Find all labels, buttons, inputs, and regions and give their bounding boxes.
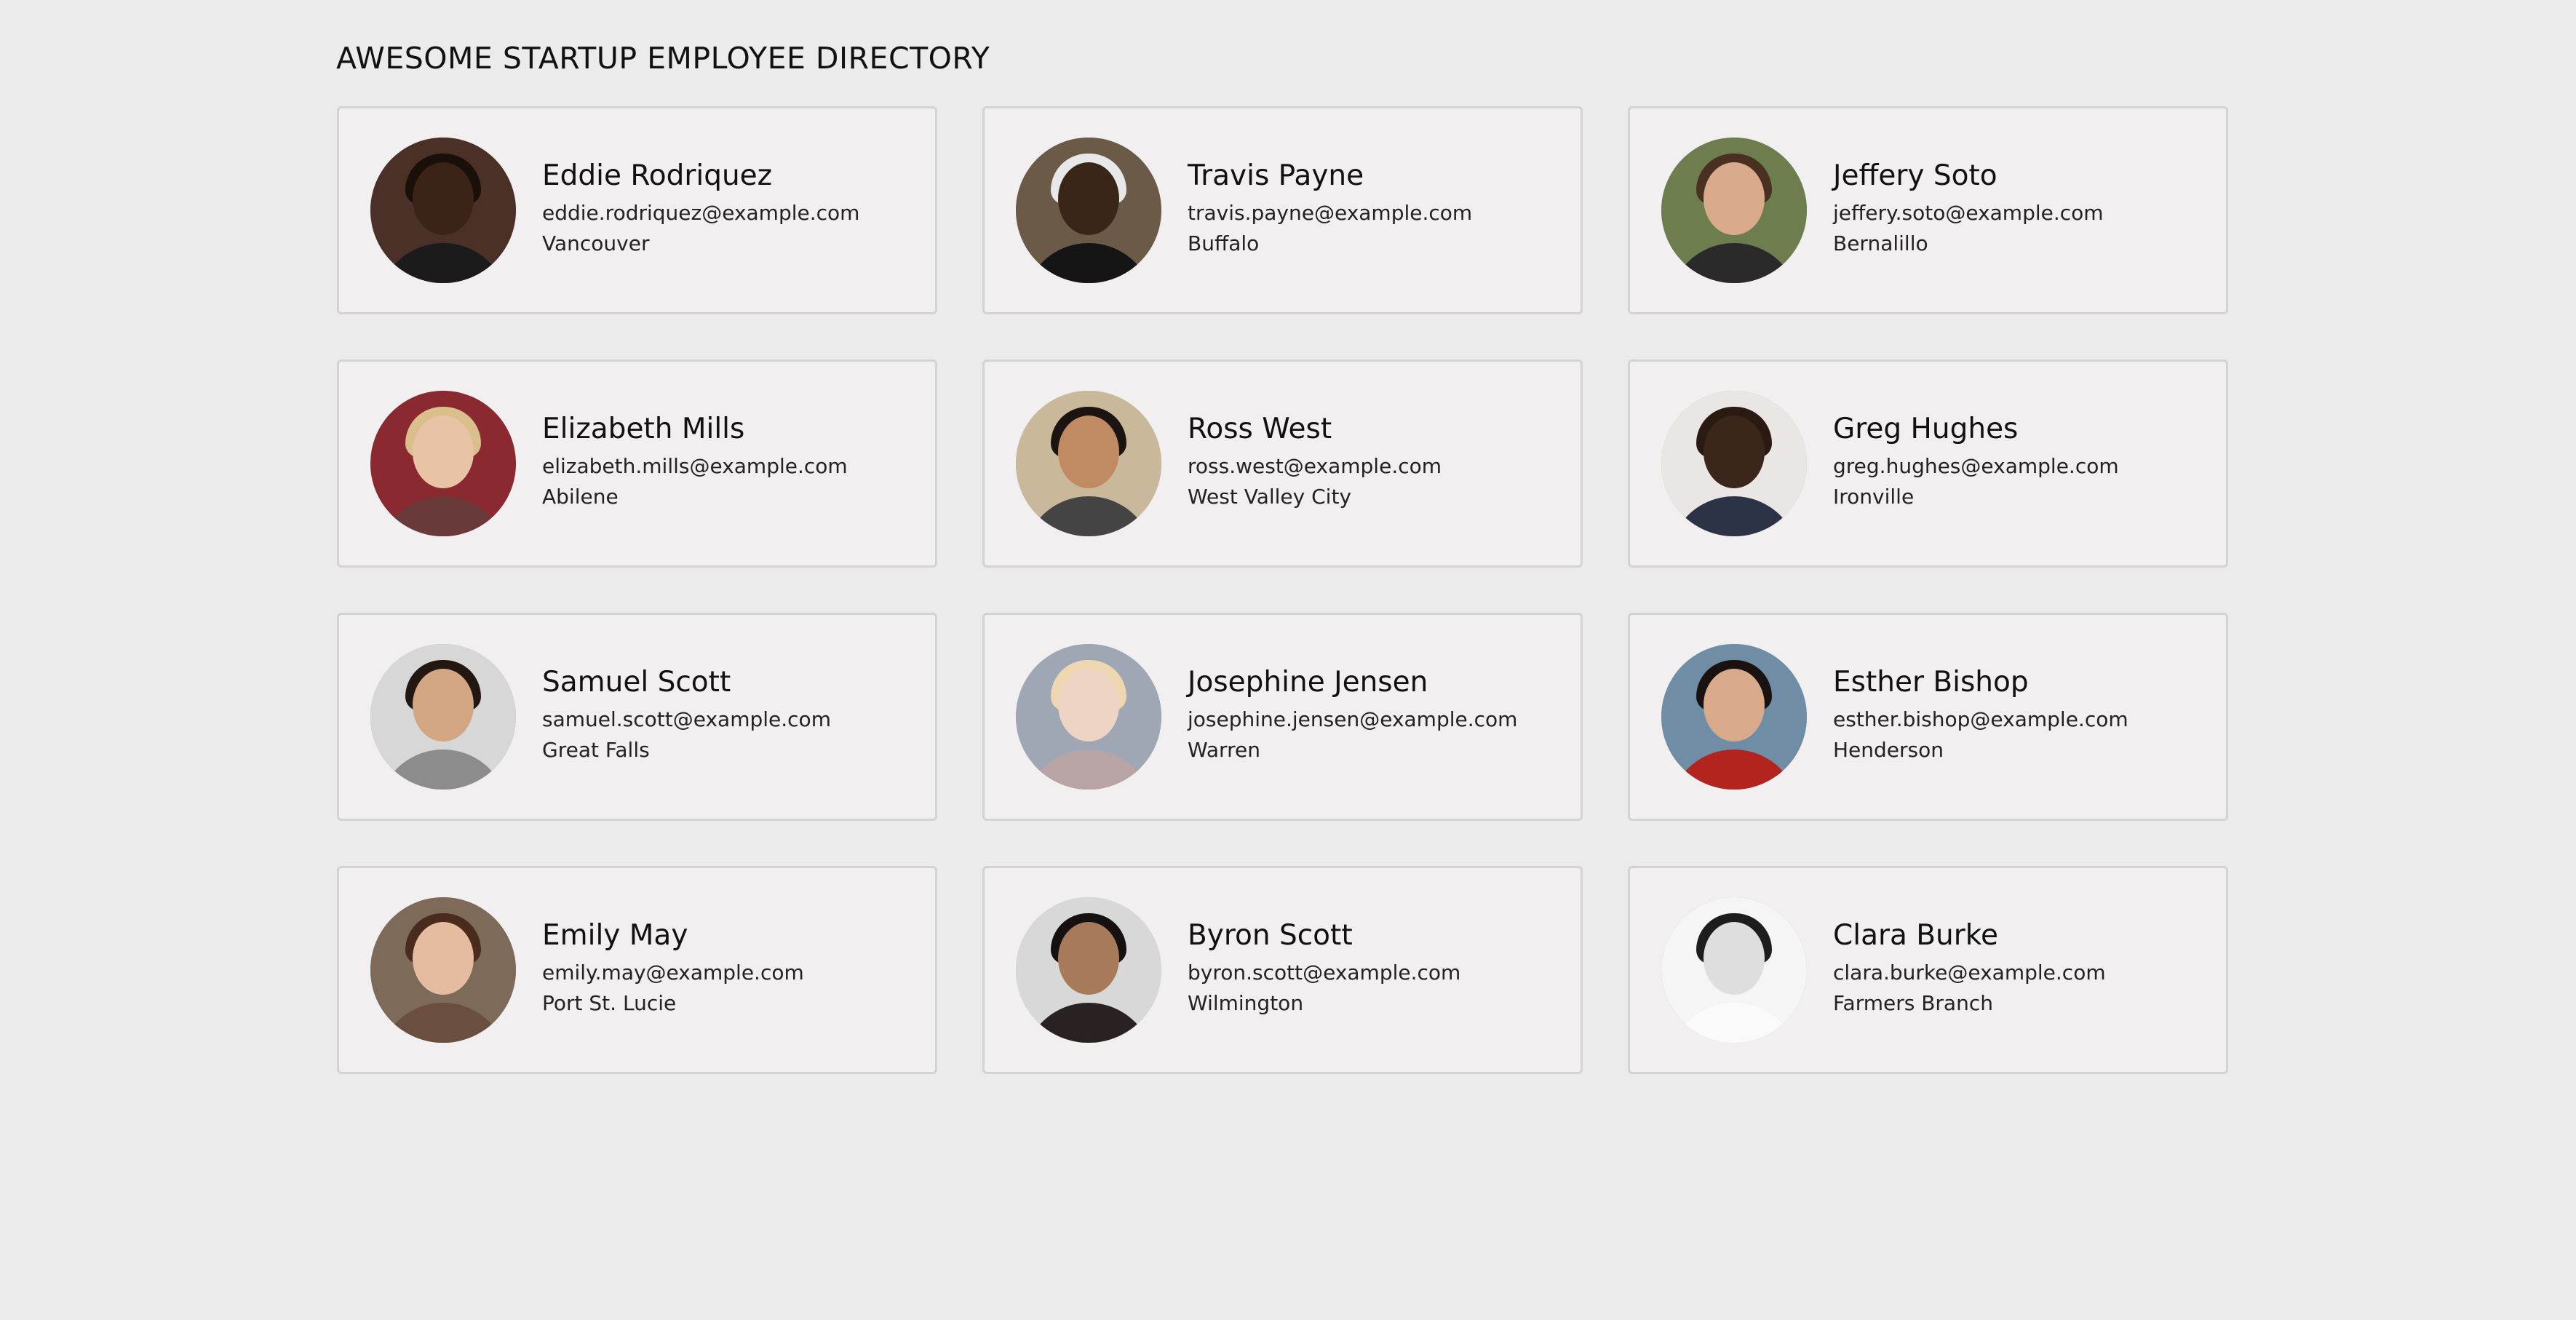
employee-avatar [1661,897,1807,1043]
employee-card[interactable]: Esther Bishop esther.bishop@example.com … [1628,613,2228,821]
employee-city: Port St. Lucie [542,991,677,1015]
employee-card[interactable]: Emily May emily.may@example.com Port St.… [337,866,937,1074]
employee-name: Travis Payne [1188,159,1364,192]
employee-city: Warren [1188,738,1260,762]
employee-email: ross.west@example.com [1188,454,1442,478]
employee-name: Eddie Rodriquez [542,159,773,192]
employee-info: Samuel Scott samuel.scott@example.com Gr… [542,666,831,763]
employee-info: Elizabeth Mills elizabeth.mills@example.… [542,413,848,510]
employee-city: Vancouver [542,231,650,255]
employee-avatar [1016,138,1161,283]
employee-card[interactable]: Travis Payne travis.payne@example.com Bu… [982,106,1583,314]
employee-card[interactable]: Elizabeth Mills elizabeth.mills@example.… [337,359,937,568]
employee-email: samuel.scott@example.com [542,707,831,731]
employee-card[interactable]: Samuel Scott samuel.scott@example.com Gr… [337,613,937,821]
employee-city: Henderson [1833,738,1944,762]
employee-card[interactable]: Jeffery Soto jeffery.soto@example.com Be… [1628,106,2228,314]
employee-info: Josephine Jensen josephine.jensen@exampl… [1188,666,1517,763]
employee-city: Abilene [542,485,619,509]
employee-email: jeffery.soto@example.com [1833,201,2104,225]
employee-avatar [1661,391,1807,536]
employee-name: Greg Hughes [1833,413,2019,445]
employee-name: Ross West [1188,413,1332,445]
employee-name: Elizabeth Mills [542,413,745,445]
employee-avatar [370,138,516,283]
employee-avatar [1016,644,1161,790]
page-title: AWESOME STARTUP EMPLOYEE DIRECTORY [336,41,990,76]
employee-info: Eddie Rodriquez eddie.rodriquez@example.… [542,159,859,257]
employee-name: Emily May [542,919,688,952]
employee-email: byron.scott@example.com [1188,961,1461,985]
employee-email: josephine.jensen@example.com [1188,707,1518,731]
employee-city: Great Falls [542,738,650,762]
employee-email: emily.may@example.com [542,961,804,985]
employee-card[interactable]: Byron Scott byron.scott@example.com Wilm… [982,866,1583,1074]
employee-info: Clara Burke clara.burke@example.com Farm… [1833,919,2106,1017]
employee-avatar [370,644,516,790]
employee-info: Ross West ross.west@example.com West Val… [1188,413,1442,510]
employee-avatar [1016,897,1161,1043]
employee-city: Buffalo [1188,231,1260,255]
employee-city: West Valley City [1188,485,1352,509]
employee-avatar [370,897,516,1043]
employee-card[interactable]: Eddie Rodriquez eddie.rodriquez@example.… [337,106,937,314]
employee-info: Travis Payne travis.payne@example.com Bu… [1188,159,1472,257]
employee-avatar [1016,391,1161,536]
employee-city: Farmers Branch [1833,991,1993,1015]
employee-city: Bernalillo [1833,231,1928,255]
employee-info: Emily May emily.may@example.com Port St.… [542,919,804,1017]
employee-info: Greg Hughes greg.hughes@example.com Iron… [1833,413,2119,510]
employee-email: greg.hughes@example.com [1833,454,2119,478]
employee-avatar [1661,644,1807,790]
employee-grid: Eddie Rodriquez eddie.rodriquez@example.… [337,106,2228,1074]
employee-name: Clara Burke [1833,919,1998,952]
employee-avatar [370,391,516,536]
employee-name: Samuel Scott [542,666,731,699]
employee-avatar [1661,138,1807,283]
employee-email: travis.payne@example.com [1188,201,1473,225]
employee-email: elizabeth.mills@example.com [542,454,848,478]
employee-card[interactable]: Clara Burke clara.burke@example.com Farm… [1628,866,2228,1074]
employee-card[interactable]: Ross West ross.west@example.com West Val… [982,359,1583,568]
employee-email: eddie.rodriquez@example.com [542,201,860,225]
employee-info: Esther Bishop esther.bishop@example.com … [1833,666,2128,763]
employee-email: clara.burke@example.com [1833,961,2106,985]
employee-name: Esther Bishop [1833,666,2029,699]
employee-city: Wilmington [1188,991,1304,1015]
employee-email: esther.bishop@example.com [1833,707,2128,731]
employee-card[interactable]: Greg Hughes greg.hughes@example.com Iron… [1628,359,2228,568]
employee-card[interactable]: Josephine Jensen josephine.jensen@exampl… [982,613,1583,821]
employee-name: Josephine Jensen [1188,666,1428,699]
employee-name: Byron Scott [1188,919,1353,952]
employee-info: Jeffery Soto jeffery.soto@example.com Be… [1833,159,2104,257]
employee-city: Ironville [1833,485,1915,509]
employee-name: Jeffery Soto [1833,159,1997,192]
employee-info: Byron Scott byron.scott@example.com Wilm… [1188,919,1460,1017]
